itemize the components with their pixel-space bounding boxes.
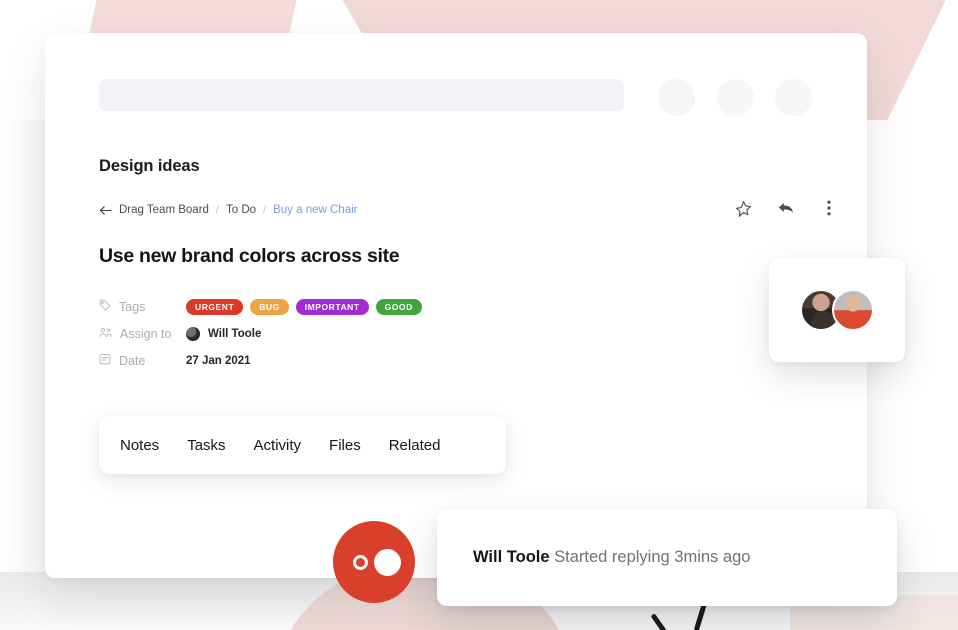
meta-row-date: Date 27 Jan 2021 — [99, 347, 559, 374]
breadcrumb-separator: / — [215, 204, 219, 216]
arrow-left-icon[interactable] — [99, 205, 112, 216]
assignee-value[interactable]: Will Toole — [186, 326, 262, 341]
tag-chip-urgent[interactable]: URGENT — [186, 298, 244, 315]
task-title: Use new brand colors across site — [99, 245, 400, 267]
notification-message: Started replying 3mins ago — [554, 548, 751, 566]
notification-text: Will Toole Started replying 3mins ago — [473, 548, 750, 567]
breadcrumb: Drag Team Board / To Do / Buy a new Chai… — [99, 204, 357, 216]
meta-label-date: Date — [99, 353, 186, 368]
task-toolbar — [732, 197, 840, 219]
meta-label-assign: Assign to — [99, 327, 186, 341]
header-circle-button-3[interactable] — [775, 79, 812, 116]
tab-related[interactable]: Related — [389, 437, 441, 454]
page-title: Design ideas — [99, 157, 200, 175]
main-task-card: Design ideas Drag Team Board / To Do / B… — [45, 33, 867, 578]
breadcrumb-separator: / — [263, 204, 267, 216]
tag-chip-bug[interactable]: BUG — [250, 298, 289, 315]
star-icon[interactable] — [732, 197, 754, 219]
tab-tasks[interactable]: Tasks — [187, 437, 225, 454]
tab-files[interactable]: Files — [329, 437, 361, 454]
date-value[interactable]: 27 Jan 2021 — [186, 355, 251, 367]
meta-row-tags: Tags URGENT BUG IMPORTANT GOOD — [99, 293, 559, 320]
breadcrumb-item-current[interactable]: Buy a new Chair — [273, 204, 357, 216]
notification-avatar — [333, 521, 415, 603]
task-meta-list: Tags URGENT BUG IMPORTANT GOOD Assign to… — [99, 293, 559, 374]
tab-bar: Notes Tasks Activity Files Related — [99, 416, 506, 474]
assignee-name: Will Toole — [208, 327, 262, 340]
tab-activity[interactable]: Activity — [254, 437, 302, 454]
dot-large-icon — [374, 549, 401, 576]
tag-chip-important[interactable]: IMPORTANT — [295, 298, 369, 315]
tag-icon — [99, 299, 111, 314]
tab-notes[interactable]: Notes — [120, 437, 159, 454]
notification-author: Will Toole — [473, 548, 550, 566]
tag-chip-list: URGENT BUG IMPORTANT GOOD — [186, 298, 422, 315]
dot-small-icon — [353, 555, 368, 570]
header-circle-button-1[interactable] — [658, 79, 695, 116]
meta-row-assignee: Assign to Will Toole — [99, 320, 559, 347]
collaborator-avatar-card[interactable] — [769, 258, 905, 362]
more-vertical-icon[interactable] — [818, 197, 840, 219]
avatar — [186, 326, 200, 341]
screenshot-root: Design ideas Drag Team Board / To Do / B… — [0, 0, 958, 630]
meta-label-text: Assign to — [120, 326, 172, 341]
notification-toast[interactable]: Will Toole Started replying 3mins ago — [437, 509, 897, 606]
meta-label-text: Date — [119, 353, 146, 368]
search-input[interactable] — [99, 79, 624, 111]
meta-label-text: Tags — [119, 299, 146, 314]
avatar-group — [800, 289, 874, 331]
avatar-person-2[interactable] — [832, 289, 874, 331]
tag-chip-good[interactable]: GOOD — [375, 298, 422, 315]
users-icon — [99, 327, 112, 341]
meta-label-tags: Tags — [99, 299, 186, 314]
header-circle-button-2[interactable] — [717, 79, 754, 116]
calendar-icon — [99, 353, 111, 368]
reply-icon[interactable] — [775, 197, 797, 219]
breadcrumb-item-board[interactable]: Drag Team Board — [119, 204, 209, 216]
breadcrumb-item-todo[interactable]: To Do — [226, 204, 256, 216]
